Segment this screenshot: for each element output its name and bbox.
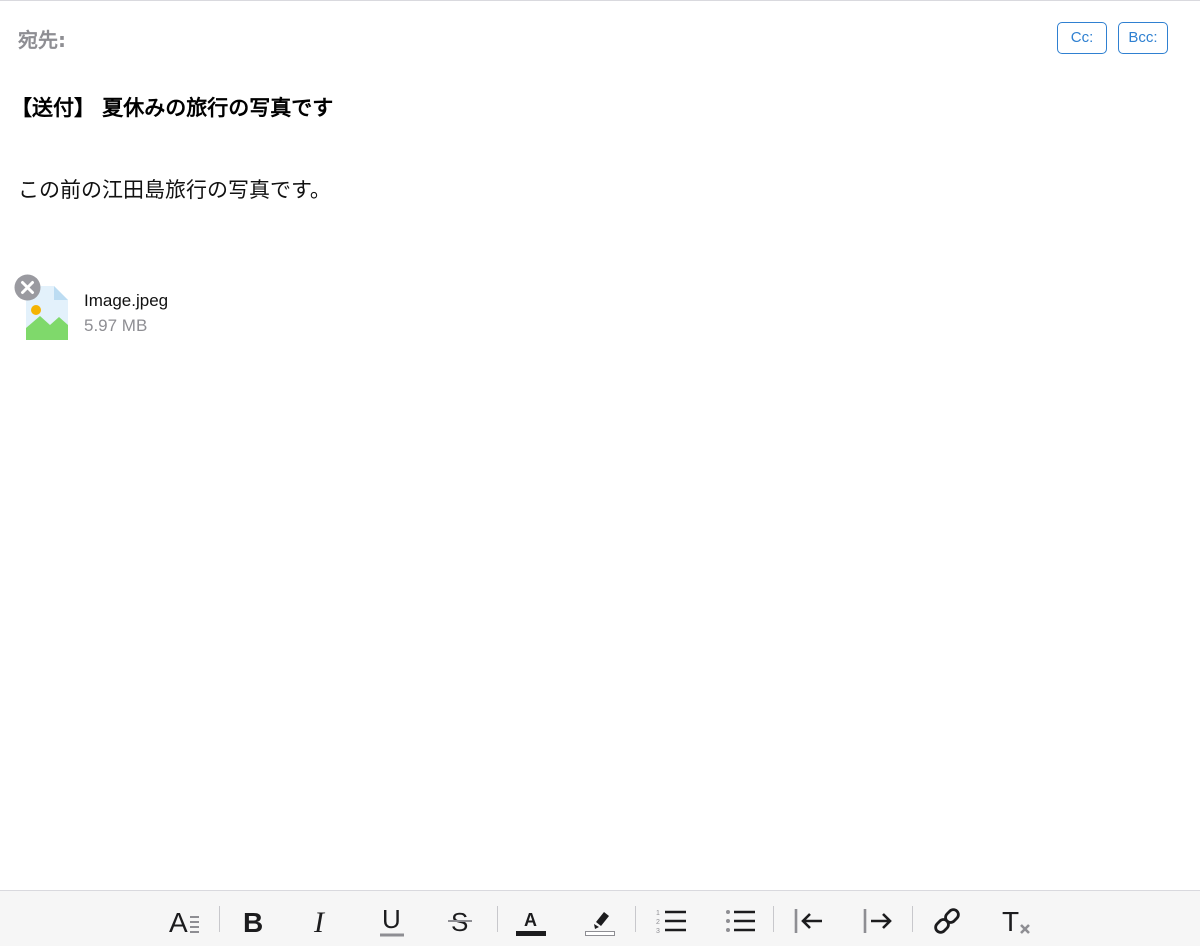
bullet-list-icon[interactable] xyxy=(720,901,760,941)
toolbar-separator xyxy=(773,906,774,932)
indent-icon[interactable] xyxy=(858,901,898,941)
text-color-icon[interactable]: A xyxy=(511,901,551,941)
italic-icon[interactable]: I xyxy=(302,901,342,941)
recipient-row[interactable]: 宛先: Cc: Bcc: xyxy=(18,22,1170,56)
toolbar-separator xyxy=(912,906,913,932)
highlight-icon[interactable] xyxy=(580,901,620,941)
svg-text:A: A xyxy=(524,910,537,930)
svg-text:2: 2 xyxy=(656,919,660,926)
numbered-list-icon[interactable]: 1 2 3 xyxy=(651,901,691,941)
message-body[interactable]: この前の江田島旅行の写真です。 xyxy=(18,174,331,204)
svg-text:A: A xyxy=(169,907,188,937)
underline-icon[interactable]: U xyxy=(372,901,412,941)
svg-text:B: B xyxy=(243,907,263,937)
svg-text:I: I xyxy=(313,906,326,937)
bold-icon[interactable]: B xyxy=(233,901,273,941)
toolbar-separator xyxy=(635,906,636,932)
bcc-button[interactable]: Bcc: xyxy=(1118,22,1168,54)
attachment-item[interactable]: Image.jpeg 5.97 MB xyxy=(14,274,314,344)
subject-field[interactable]: 【送付】 夏休みの旅行の写真です xyxy=(11,92,333,122)
top-divider xyxy=(0,0,1200,1)
svg-text:1: 1 xyxy=(656,910,660,917)
compose-screen: 宛先: Cc: Bcc: 【送付】 夏休みの旅行の写真です この前の江田島旅行の… xyxy=(0,0,1200,946)
attachment-size: 5.97 MB xyxy=(84,316,148,335)
toolbar-separator xyxy=(497,906,498,932)
text-style-icon[interactable]: A xyxy=(164,901,204,941)
toolbar-separator xyxy=(219,906,220,932)
svg-text:3: 3 xyxy=(656,928,660,935)
outdent-icon[interactable] xyxy=(789,901,829,941)
clear-format-icon[interactable]: T xyxy=(996,901,1036,941)
svg-text:T: T xyxy=(1002,906,1019,937)
svg-text:U: U xyxy=(382,904,401,934)
attachment-name: Image.jpeg xyxy=(84,291,169,310)
format-toolbar: A B I U S A 1 2 3 T xyxy=(0,890,1200,946)
to-label: 宛先: xyxy=(18,28,66,52)
link-icon[interactable] xyxy=(927,901,967,941)
strikethrough-icon[interactable]: S xyxy=(440,901,480,941)
cc-button[interactable]: Cc: xyxy=(1057,22,1107,54)
remove-attachment-icon[interactable] xyxy=(14,274,41,301)
